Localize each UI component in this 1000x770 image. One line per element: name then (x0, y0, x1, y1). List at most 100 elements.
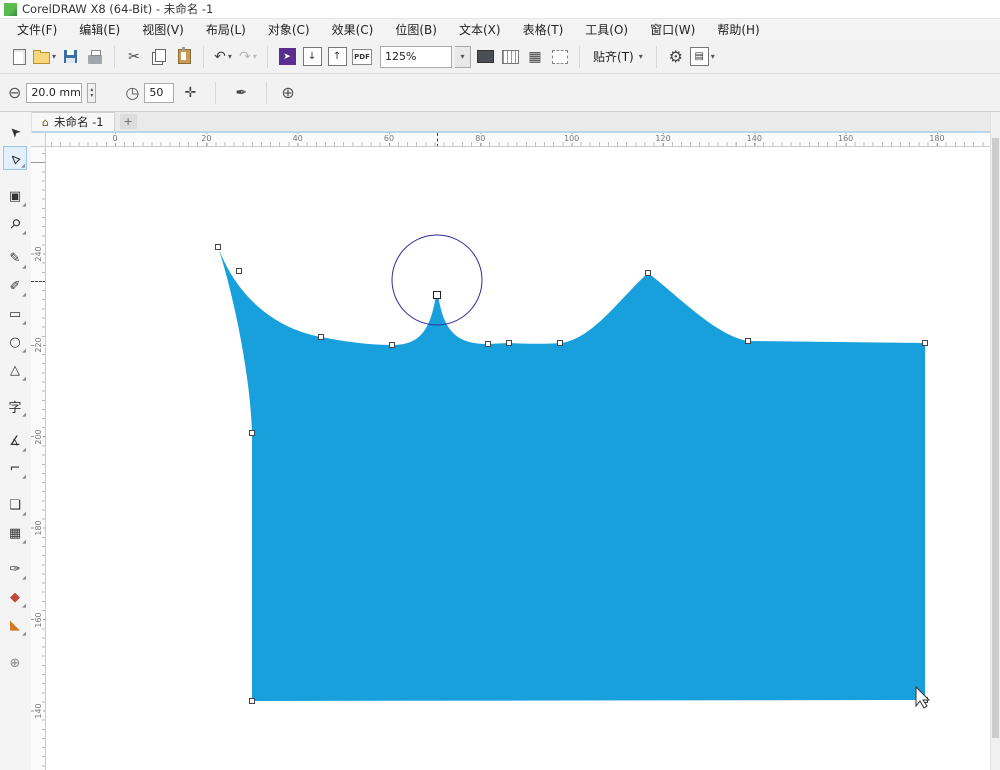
menu-item-11[interactable]: 窗口(W) (639, 19, 706, 40)
ruler-origin[interactable] (31, 133, 46, 147)
horizontal-ruler[interactable]: 0 20 40 60 80 100 120 140 160 180 (46, 133, 990, 147)
new-document-button[interactable] (8, 45, 30, 69)
shape-tool[interactable]: ⊳ ◢ (3, 146, 27, 170)
publish-pdf-button[interactable]: PDF (351, 45, 373, 69)
curve-node[interactable] (922, 340, 928, 346)
curve-node[interactable] (645, 270, 651, 276)
curve-node[interactable] (236, 268, 242, 274)
pick-tool-icon: ➤ (5, 121, 25, 141)
interactive-fill-tool-icon: ◆ (10, 589, 20, 605)
blue-shape[interactable] (218, 247, 925, 701)
ellipse-tool[interactable]: ○ ◢ (3, 330, 27, 355)
print-button[interactable] (84, 45, 106, 69)
flyout-arrow-icon: ◢ (22, 447, 26, 453)
drop-shadow-tool[interactable]: ❏ ◢ (3, 493, 27, 518)
selected-curve-node[interactable] (433, 291, 441, 299)
dimension-tool[interactable]: ∡ ◢ (3, 429, 27, 454)
vertical-scrollbar[interactable] (990, 112, 1000, 770)
menu-item-3[interactable]: 视图(V) (131, 19, 195, 40)
vertical-ruler[interactable]: 240 220 200 180 160 140 (31, 147, 46, 770)
text-tool[interactable]: 字 ◢ (3, 394, 27, 419)
crop-tool[interactable]: ▣ ◢ (3, 184, 27, 209)
curve-node[interactable] (249, 430, 255, 436)
options-button[interactable]: ⚙ (665, 45, 687, 69)
cut-button[interactable]: ✂ (123, 45, 145, 69)
flyout-arrow-icon: ◢ (22, 202, 26, 208)
show-rulers-button[interactable] (499, 45, 521, 69)
hruler-label: 60 (382, 134, 396, 143)
curve-node[interactable] (318, 334, 324, 340)
dryout-nudge-button[interactable]: ✛ (179, 81, 201, 105)
open-button[interactable]: ▾ (33, 45, 56, 69)
nib-size-stepper[interactable]: ▴ ▾ (87, 82, 97, 103)
save-button[interactable] (59, 45, 81, 69)
zoom-level-select[interactable]: 125% (380, 45, 453, 68)
pen-pressure-button[interactable]: ✒ (230, 81, 252, 105)
interactive-fill-tool[interactable]: ◆ ◢ (3, 585, 27, 610)
dryout-icon: ◷ (125, 83, 140, 102)
toolbar-separator (114, 45, 116, 68)
curve-node[interactable] (506, 340, 512, 346)
hruler-label: 120 (654, 134, 672, 143)
menu-item-4[interactable]: 布局(L) (195, 19, 257, 40)
menu-item-9[interactable]: 表格(T) (512, 19, 575, 40)
menu-item-7[interactable]: 位图(B) (384, 19, 448, 40)
transparency-tool[interactable]: ▦ ◢ (3, 521, 27, 546)
undo-icon: ↶ (214, 48, 226, 65)
curve-node[interactable] (249, 698, 255, 704)
coreldraw-window: CorelDRAW X8 (64-Bit) - 未命名 -1 文件(F) 编辑(E… (0, 0, 1000, 770)
flyout-arrow-icon: ◢ (22, 474, 26, 480)
fill-more-tool[interactable]: ⊕ (3, 651, 27, 675)
nib-size-input[interactable]: 20.0 mm (26, 82, 83, 103)
show-grid-button[interactable]: ▦ (524, 45, 546, 69)
fullscreen-icon (476, 50, 494, 63)
nudge-icon: ✛ (184, 84, 197, 101)
curve-node[interactable] (485, 341, 491, 347)
menu-item-6[interactable]: 效果(C) (321, 19, 385, 40)
dryout-input[interactable]: 50 (144, 82, 175, 103)
polygon-tool-icon: △ (10, 362, 20, 378)
paste-button[interactable] (173, 45, 195, 69)
redo-button[interactable]: ↷ ▾ (237, 45, 259, 69)
menu-item-5[interactable]: 对象(C) (257, 19, 321, 40)
menu-item-1[interactable]: 文件(F) (6, 19, 68, 40)
zoom-tool[interactable]: ⚲ ◢ (3, 212, 27, 236)
pick-tool[interactable]: ➤ (3, 119, 27, 143)
smart-fill-tool[interactable]: ◣ ◢ (3, 613, 27, 638)
export-button[interactable]: ↑ (326, 45, 348, 69)
new-tab-button[interactable]: + (119, 114, 137, 129)
zoom-level-dropdown[interactable]: ▾ (455, 45, 472, 68)
undo-button[interactable]: ↶ ▾ (212, 45, 234, 69)
curve-node[interactable] (215, 244, 221, 250)
dimension-tool-icon: ∡ (9, 433, 21, 449)
eyedropper-tool[interactable]: ✑ ◢ (3, 557, 27, 582)
scrollbar-thumb[interactable] (992, 138, 999, 738)
layout-panel-button[interactable]: ▤ ▾ (689, 45, 715, 69)
connector-tool[interactable]: ⌐ ◢ (3, 456, 27, 481)
hruler-label: 80 (474, 134, 487, 143)
tab-untitled-1[interactable]: ⌂ 未命名 -1 (31, 112, 115, 131)
curve-node[interactable] (745, 338, 751, 344)
vruler-label: 220 (34, 337, 44, 354)
freehand-tool[interactable]: ✎ ◢ (3, 246, 27, 271)
import-button[interactable]: ↓ (301, 45, 323, 69)
rectangle-tool[interactable]: ▭ ◢ (3, 302, 27, 327)
menu-item-10[interactable]: 工具(O) (574, 19, 639, 40)
copy-button[interactable] (148, 45, 170, 69)
polygon-tool[interactable]: △ ◢ (3, 358, 27, 383)
chevron-down-icon: ▾ (460, 52, 465, 61)
snap-to-button[interactable]: 贴齐(T) ▾ (588, 48, 648, 65)
show-guidelines-button[interactable] (549, 45, 571, 69)
artistic-media-tool[interactable]: ✐ ◢ (3, 274, 27, 299)
menu-item-8[interactable]: 文本(X) (448, 19, 512, 40)
flyout-arrow-icon: ◢ (22, 631, 26, 637)
drawing-canvas[interactable] (46, 147, 990, 770)
fullscreen-preview-button[interactable] (474, 45, 496, 69)
menu-item-12[interactable]: 帮助(H) (706, 19, 770, 40)
hruler-label: 160 (836, 134, 855, 143)
hruler-label: 20 (200, 134, 213, 143)
curve-node[interactable] (389, 342, 395, 348)
menu-item-2[interactable]: 编辑(E) (68, 19, 131, 40)
app-launcher-button[interactable]: ➤ (276, 45, 298, 69)
curve-node[interactable] (557, 340, 563, 346)
